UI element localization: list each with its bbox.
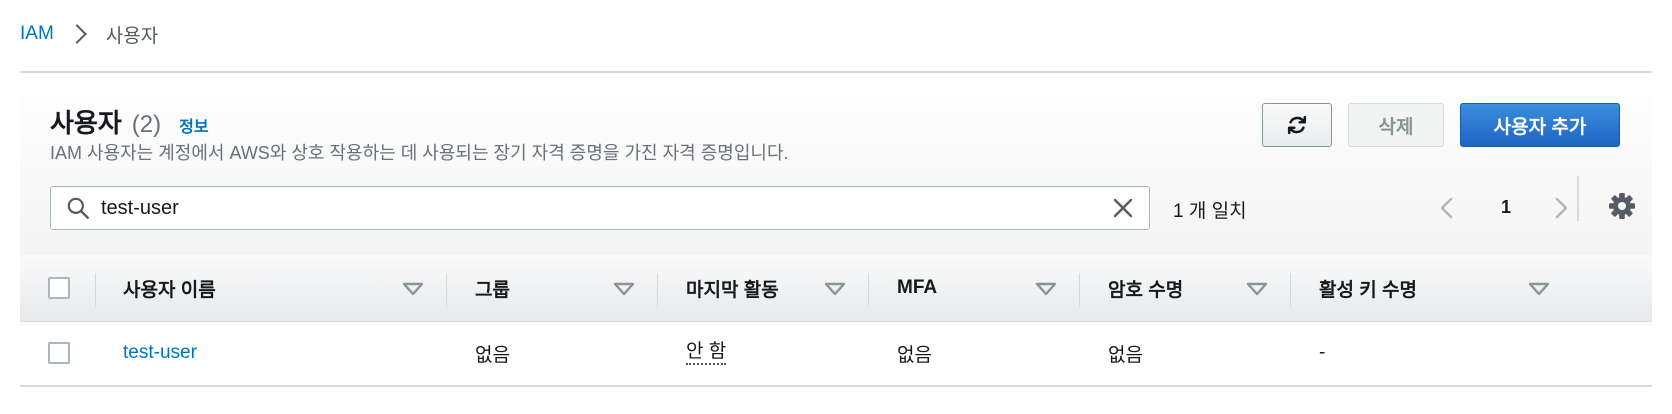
column-header-user-name[interactable]: 사용자 이름 [123,255,216,321]
column-divider [1079,273,1080,307]
title-row: 사용자 (2) 정보 [50,103,209,140]
column-header-password-age[interactable]: 암호 수명 [1108,255,1183,321]
groups-cell: 없음 [475,344,510,366]
column-divider [868,273,869,307]
column-header-last-activity[interactable]: 마지막 활동 [686,255,779,321]
mfa-cell: 없음 [897,344,932,366]
page-description: IAM 사용자는 계정에서 AWS와 상호 작용하는 데 사용되는 장기 자격 … [50,143,789,163]
column-header-mfa[interactable]: MFA [897,255,937,321]
column-header-active-key-age[interactable]: 활성 키 수명 [1319,255,1417,321]
delete-button[interactable]: 삭제 [1348,103,1444,147]
sort-down-icon[interactable] [613,282,635,296]
row-checkbox[interactable] [48,342,70,364]
breadcrumb: IAM 사용자 [20,20,158,48]
sort-down-icon[interactable] [1035,282,1057,296]
chevron-right-icon [66,24,87,44]
page-title: 사용자 [50,108,122,138]
breadcrumb-iam-link[interactable]: IAM [20,23,54,45]
password-age-cell: 없음 [1108,344,1143,366]
user-name-link[interactable]: test-user [123,321,197,385]
last-activity-cell: 안 함 [686,321,727,385]
sort-down-icon[interactable] [1246,282,1268,296]
breadcrumb-current: 사용자 [105,25,159,47]
chevron-right-icon[interactable] [1550,196,1572,220]
column-divider [657,273,658,307]
search-icon [67,197,89,219]
search-input[interactable] [101,196,1111,220]
table-header: 사용자 이름 그룹 마지막 활동 MFA 암호 수명 활성 키 수명 [20,255,1652,322]
search-box [50,186,1150,230]
table-row: test-user 없음 안 함 없음 없음 - [20,321,1652,387]
current-page[interactable]: 1 [1501,197,1511,218]
active-key-age-cell: - [1319,342,1326,363]
chevron-left-icon[interactable] [1436,196,1458,220]
sort-down-icon[interactable] [402,282,424,296]
gear-icon[interactable] [1608,192,1636,220]
users-panel-header: 사용자 (2) 정보 IAM 사용자는 계정에서 AWS와 상호 작용하는 데 … [20,71,1652,255]
select-all-checkbox[interactable] [48,277,70,299]
refresh-icon [1287,115,1307,135]
pagination-divider [1577,176,1579,221]
sort-down-icon[interactable] [824,282,846,296]
info-link[interactable]: 정보 [179,113,208,137]
refresh-button[interactable] [1262,103,1332,147]
add-user-button[interactable]: 사용자 추가 [1460,103,1620,147]
match-count: 1 개 일치 [1173,201,1247,222]
last-activity-value[interactable]: 안 함 [686,341,727,365]
users-panel: 사용자 (2) 정보 IAM 사용자는 계정에서 AWS와 상호 작용하는 데 … [20,71,1652,396]
user-count: (2) [131,111,162,138]
column-divider [446,273,447,307]
close-icon[interactable] [1111,196,1135,220]
column-divider [95,273,96,307]
sort-down-icon[interactable] [1528,282,1550,296]
column-divider [1290,273,1291,307]
column-header-groups[interactable]: 그룹 [475,255,510,321]
